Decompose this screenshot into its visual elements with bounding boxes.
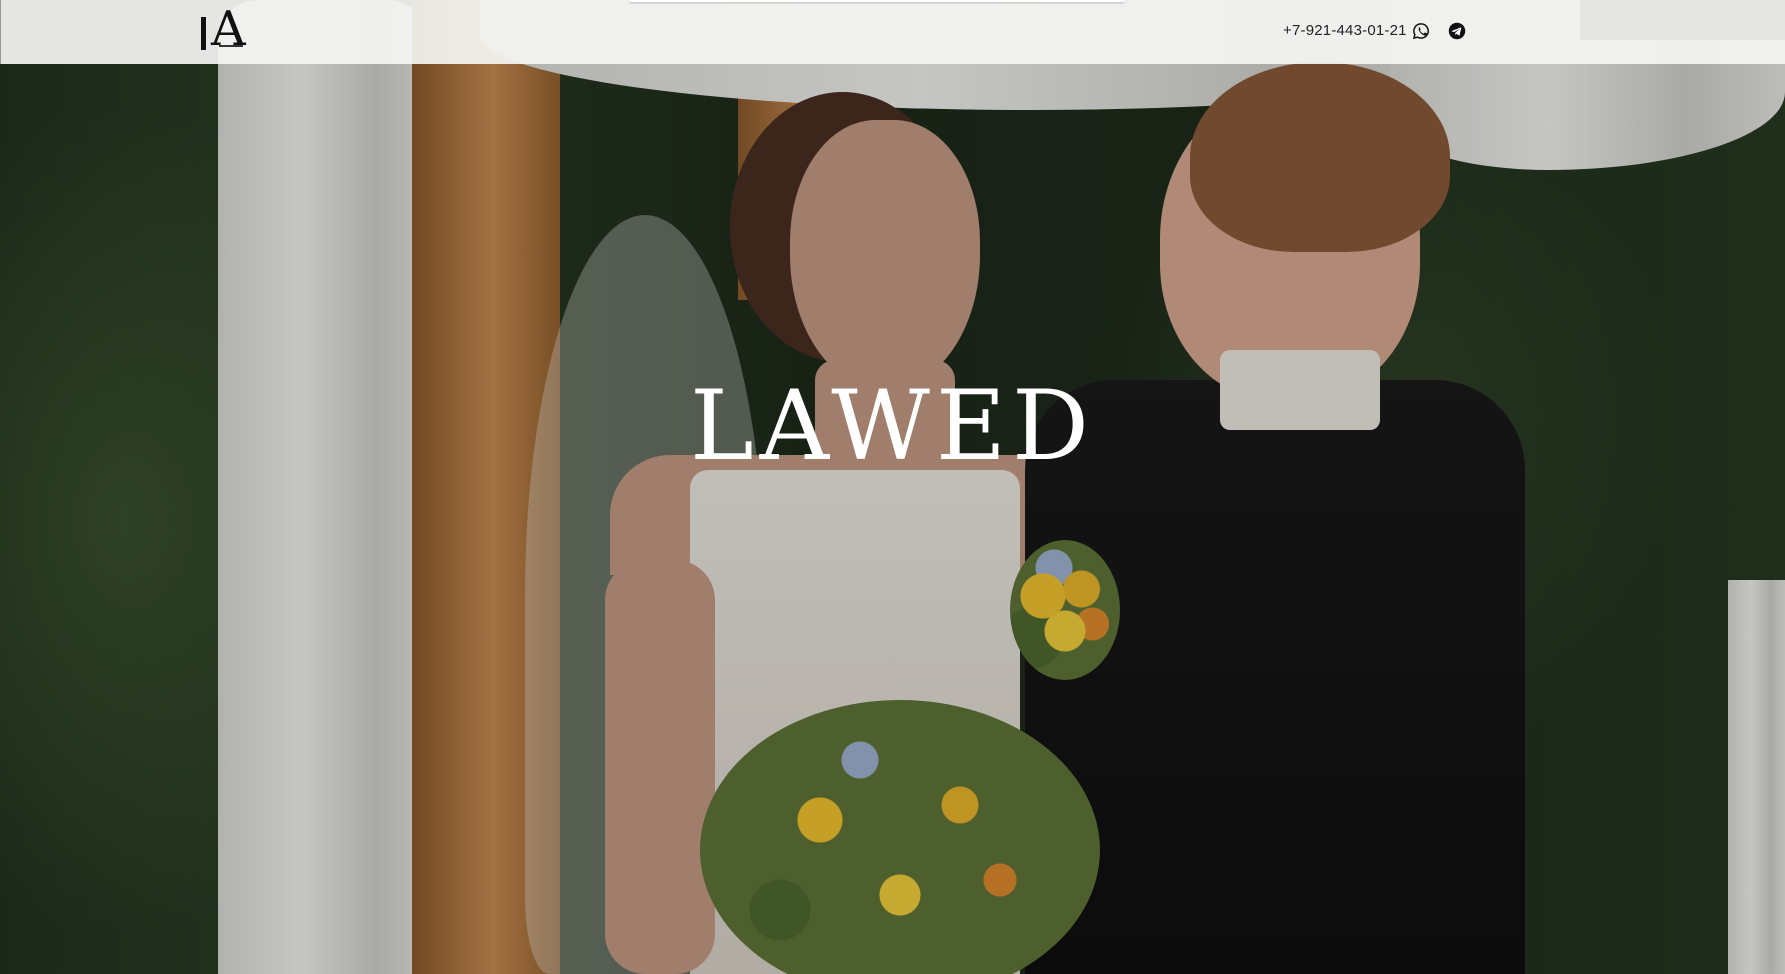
telegram-icon[interactable] xyxy=(1448,22,1466,40)
hero-section: LAWED xyxy=(0,0,1785,974)
header-top-slot xyxy=(629,0,1125,2)
site-header: A +7-921-443-01-21 xyxy=(0,0,1785,64)
logo-letter-l xyxy=(201,17,206,50)
whatsapp-icon[interactable] xyxy=(1412,22,1430,40)
hero-headline: LAWED xyxy=(690,370,1095,482)
phone-link[interactable]: +7-921-443-01-21 xyxy=(1283,22,1407,39)
site-logo[interactable]: A xyxy=(197,5,249,55)
hero-photo-overlay xyxy=(0,0,1785,974)
logo-tagline-mark xyxy=(219,45,243,47)
